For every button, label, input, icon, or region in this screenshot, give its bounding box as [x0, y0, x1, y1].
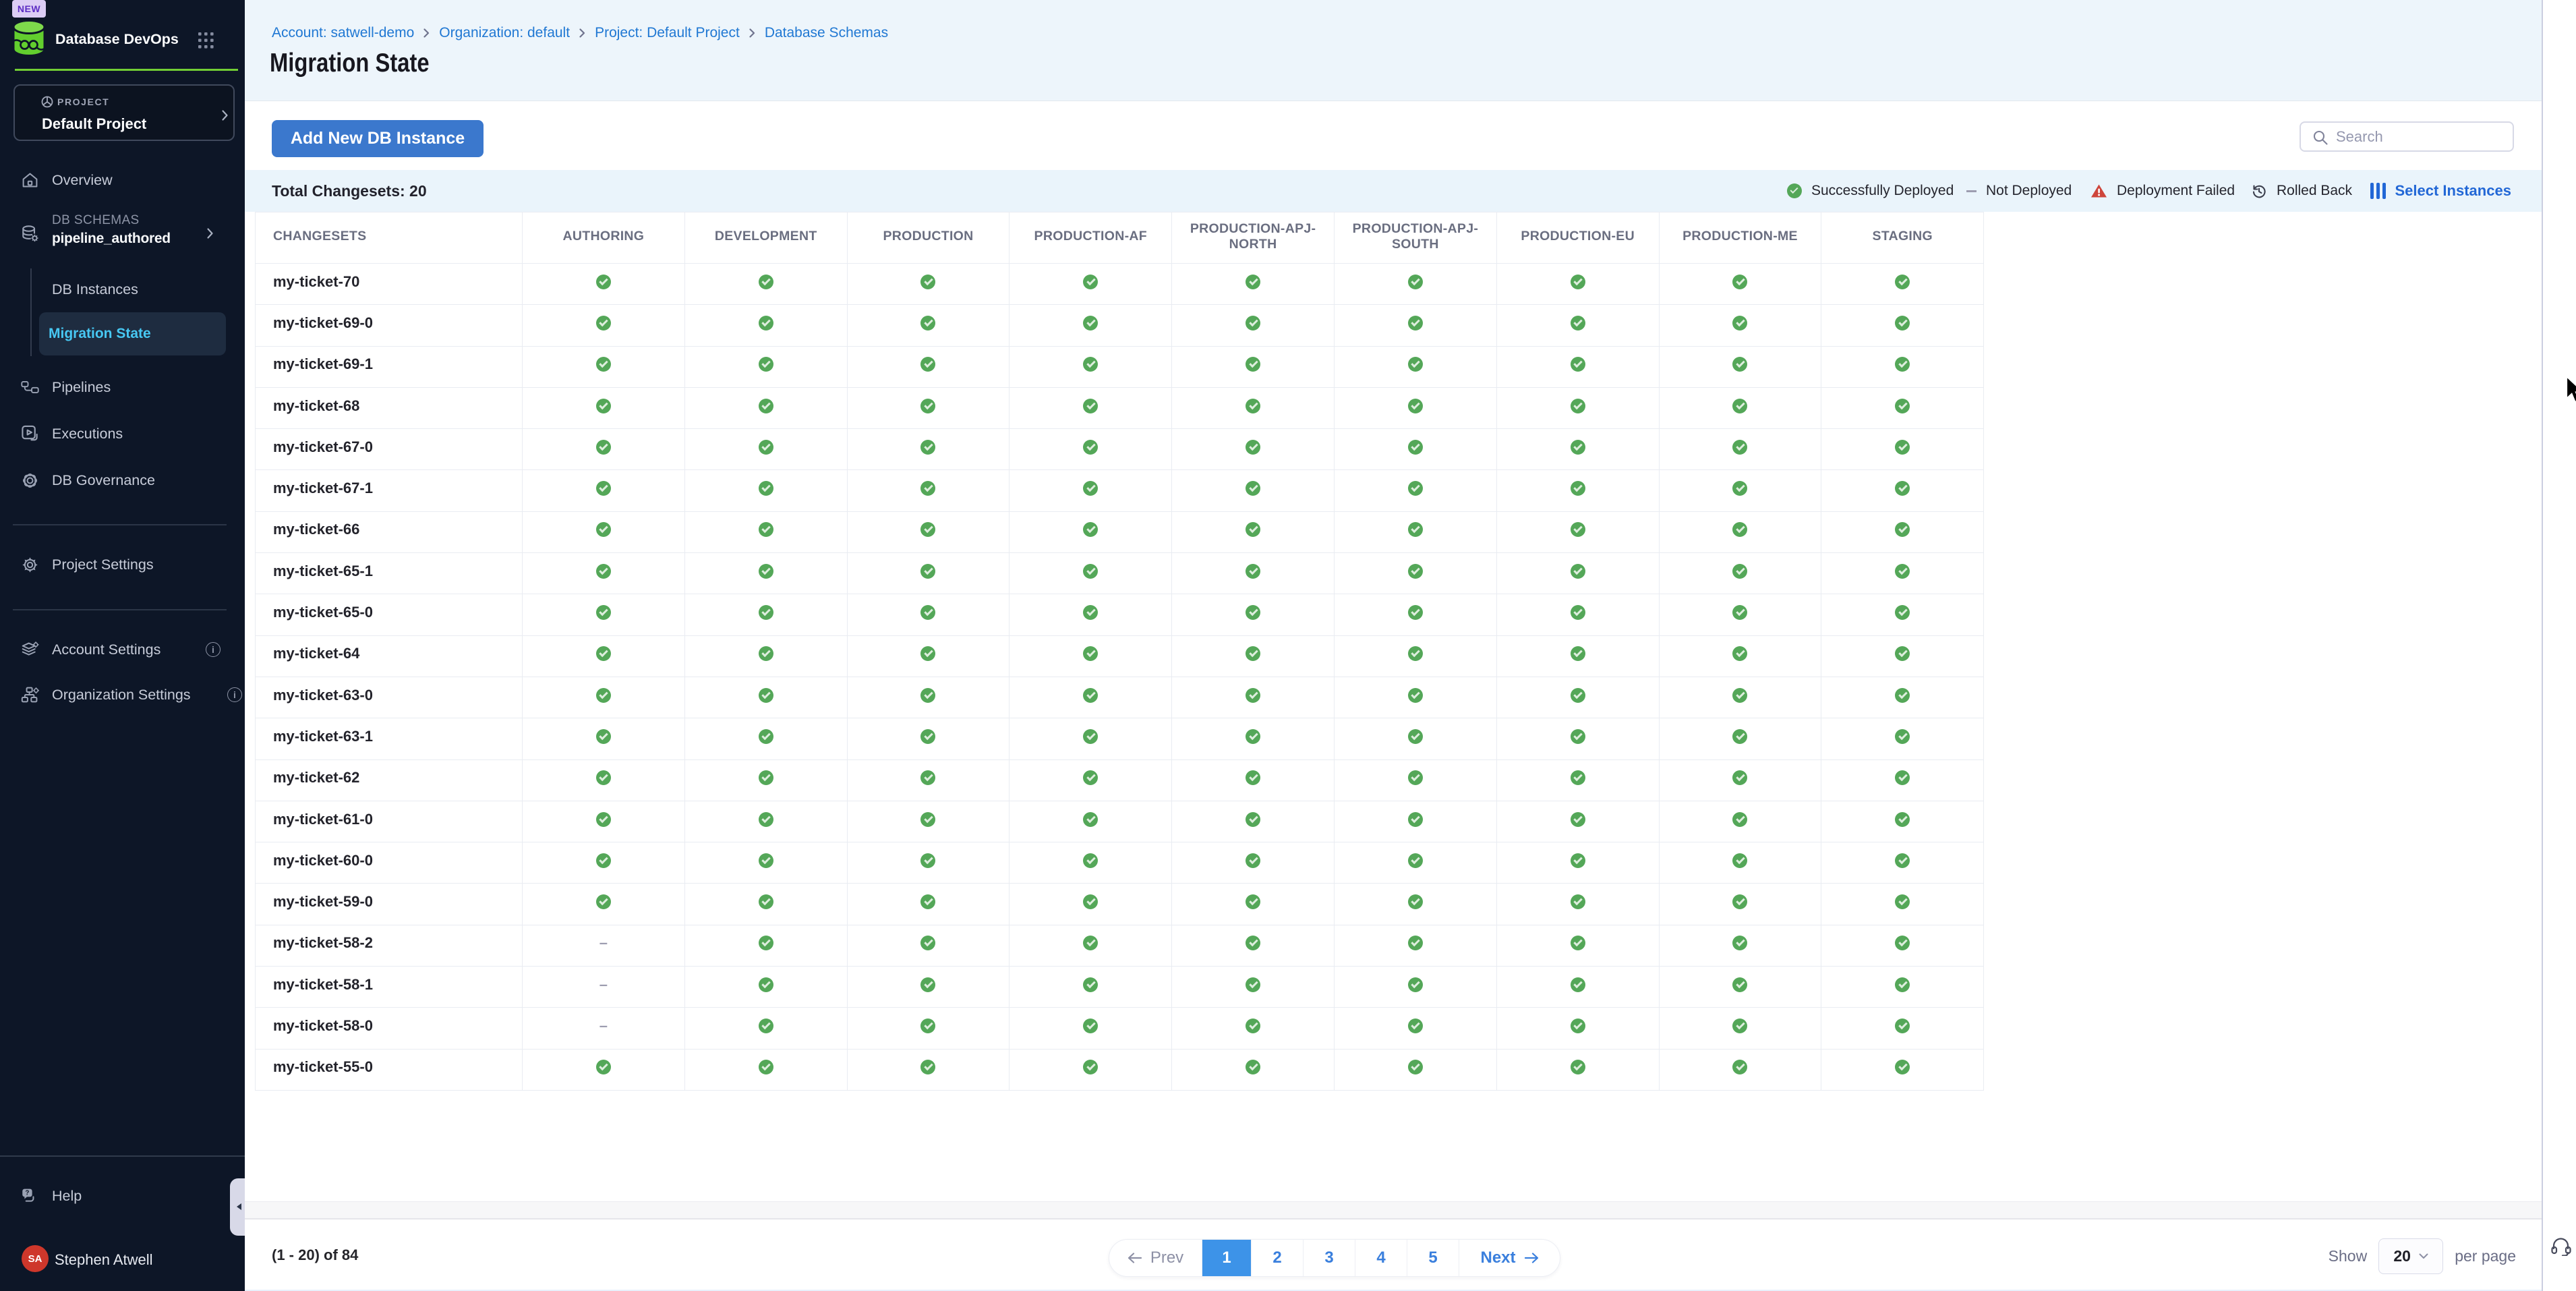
svg-text:?: ?: [25, 1190, 29, 1197]
